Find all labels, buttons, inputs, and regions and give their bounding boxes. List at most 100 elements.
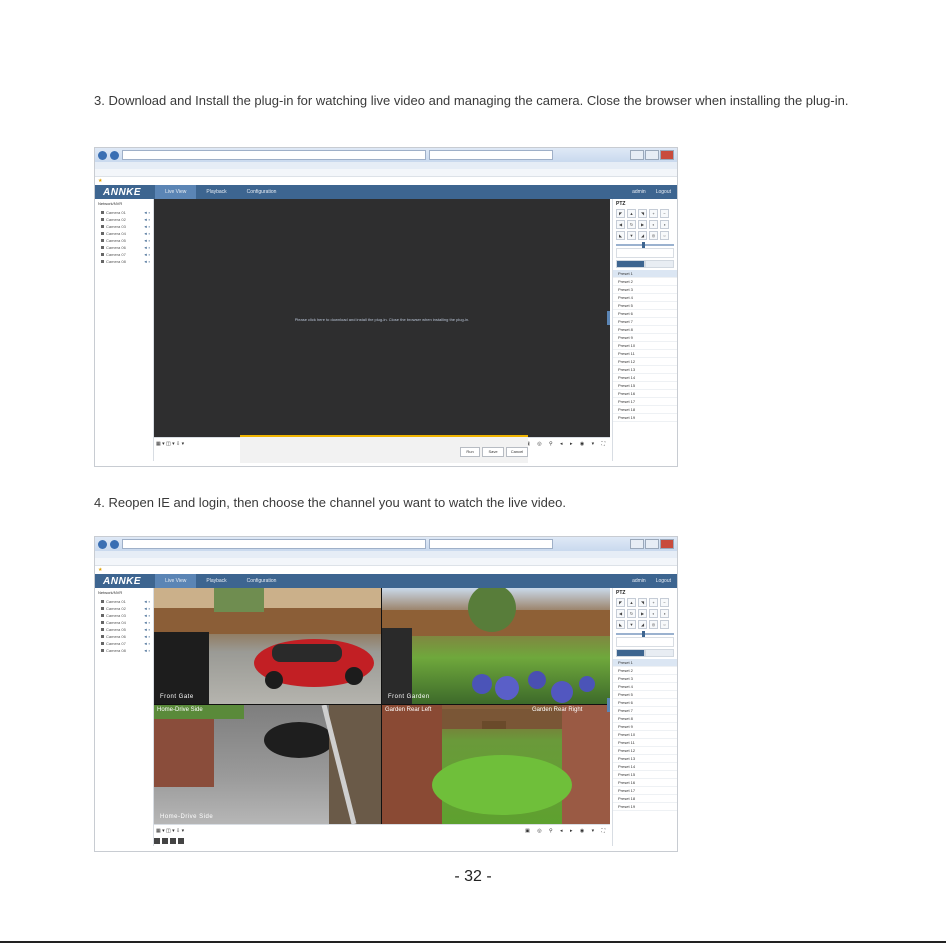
video-area[interactable]: Please click here to download and instal…: [154, 199, 610, 437]
preset-item[interactable]: Preset 17: [613, 787, 677, 795]
camera-item[interactable]: Camera 05 ◄ ▪: [95, 626, 153, 633]
ptz-auto-icon[interactable]: ↻: [627, 609, 636, 618]
preset-item[interactable]: Preset 5: [613, 302, 677, 310]
ptz-up-icon[interactable]: ▲: [627, 598, 636, 607]
view-1-icon[interactable]: [154, 838, 160, 844]
ptz-extra-controls[interactable]: [616, 248, 674, 258]
address-bar[interactable]: [122, 539, 426, 549]
ptz-left-icon[interactable]: ◀: [616, 609, 625, 618]
preset-item[interactable]: Preset 13: [613, 755, 677, 763]
preset-item[interactable]: Preset 11: [613, 739, 677, 747]
iris-close-icon[interactable]: ○: [660, 620, 669, 629]
camera-tile[interactable]: Home-Drive Side Home-Drive Side: [154, 705, 381, 824]
preset-item[interactable]: Preset 8: [613, 715, 677, 723]
ptz-down-right-icon[interactable]: ◢: [638, 231, 647, 240]
camera-item[interactable]: Camera 06 ◄ ▪: [95, 633, 153, 640]
camera-item[interactable]: Camera 02 ◄ ▪: [95, 216, 153, 223]
ptz-up-icon[interactable]: ▲: [627, 209, 636, 218]
focus-far-icon[interactable]: ◑: [660, 609, 669, 618]
favorites-star-icon[interactable]: ★: [95, 177, 677, 185]
preset-item[interactable]: Preset 1: [613, 270, 677, 278]
preset-item[interactable]: Preset 11: [613, 350, 677, 358]
focus-near-icon[interactable]: ◐: [649, 220, 658, 229]
logout-link[interactable]: Logout: [656, 189, 671, 195]
panel-collapse-handle[interactable]: [607, 698, 610, 712]
maximize-icon[interactable]: [645, 150, 659, 160]
ptz-up-right-icon[interactable]: ◥: [638, 598, 647, 607]
ptz-auto-icon[interactable]: ↻: [627, 220, 636, 229]
preset-item[interactable]: Preset 5: [613, 691, 677, 699]
view-4-icon[interactable]: [162, 838, 168, 844]
preset-item[interactable]: Preset 12: [613, 747, 677, 755]
tab-presets[interactable]: [616, 260, 645, 268]
ptz-extra-controls[interactable]: [616, 637, 674, 647]
preset-item[interactable]: Preset 10: [613, 731, 677, 739]
address-bar[interactable]: [122, 150, 426, 160]
tab-playback[interactable]: Playback: [196, 574, 236, 588]
video-control-icons[interactable]: ▣ ◎ ⚲ ◂ ▸ ◉ ▾ ⛶: [525, 828, 608, 834]
camera-item[interactable]: Camera 08 ◄ ▪: [95, 258, 153, 265]
tab-configuration[interactable]: Configuration: [237, 185, 287, 199]
preset-item[interactable]: Preset 4: [613, 683, 677, 691]
tab-patrols[interactable]: [645, 649, 674, 657]
forward-icon[interactable]: [110, 539, 119, 549]
browser-search-field[interactable]: [429, 150, 553, 160]
layout-icon[interactable]: ▦ ▾ ◫ ▾ ⇩ ▾: [156, 828, 184, 834]
preset-item[interactable]: Preset 19: [613, 803, 677, 811]
ptz-down-icon[interactable]: ▼: [627, 231, 636, 240]
view-16-icon[interactable]: [178, 838, 184, 844]
favorites-star-icon[interactable]: ★: [95, 566, 677, 574]
preset-item[interactable]: Preset 2: [613, 278, 677, 286]
tab-configuration[interactable]: Configuration: [237, 574, 287, 588]
camera-item[interactable]: Camera 05 ◄ ▪: [95, 237, 153, 244]
camera-item[interactable]: Camera 03 ◄ ▪: [95, 612, 153, 619]
ptz-down-left-icon[interactable]: ◣: [616, 231, 625, 240]
zoom-out-icon[interactable]: −: [660, 598, 669, 607]
zoom-out-icon[interactable]: −: [660, 209, 669, 218]
preset-item[interactable]: Preset 3: [613, 675, 677, 683]
zoom-in-icon[interactable]: +: [649, 209, 658, 218]
camera-item[interactable]: Camera 01 ◄ ▪: [95, 598, 153, 605]
iris-close-icon[interactable]: ○: [660, 231, 669, 240]
user-link[interactable]: admin: [632, 189, 646, 195]
preset-item[interactable]: Preset 2: [613, 667, 677, 675]
preset-item[interactable]: Preset 9: [613, 723, 677, 731]
maximize-icon[interactable]: [645, 539, 659, 549]
preset-item[interactable]: Preset 7: [613, 707, 677, 715]
preset-item[interactable]: Preset 12: [613, 358, 677, 366]
back-icon[interactable]: [98, 539, 107, 549]
tab-patrols[interactable]: [645, 260, 674, 268]
tab-playback[interactable]: Playback: [196, 185, 236, 199]
camera-tile[interactable]: Front Garden: [382, 588, 610, 704]
video-control-icons[interactable]: ▣ ◎ ⚲ ◂ ▸ ◉ ▾ ⛶: [525, 441, 608, 447]
tab-live-view[interactable]: Live View: [155, 574, 197, 588]
ptz-up-left-icon[interactable]: ◤: [616, 598, 625, 607]
ptz-down-icon[interactable]: ▼: [627, 620, 636, 629]
ptz-down-left-icon[interactable]: ◣: [616, 620, 625, 629]
panel-collapse-handle[interactable]: [607, 311, 610, 325]
preset-item[interactable]: Preset 13: [613, 366, 677, 374]
preset-item[interactable]: Preset 19: [613, 414, 677, 422]
view-9-icon[interactable]: [170, 838, 176, 844]
device-node[interactable]: Network/NVR: [95, 588, 153, 598]
preset-item[interactable]: Preset 14: [613, 763, 677, 771]
preset-item[interactable]: Preset 8: [613, 326, 677, 334]
preset-item[interactable]: Preset 10: [613, 342, 677, 350]
camera-item[interactable]: Camera 07 ◄ ▪: [95, 640, 153, 647]
ptz-down-right-icon[interactable]: ◢: [638, 620, 647, 629]
tab-presets[interactable]: [616, 649, 645, 657]
ptz-right-icon[interactable]: ▶: [638, 609, 647, 618]
minimize-icon[interactable]: [630, 150, 644, 160]
run-button[interactable]: Run: [460, 447, 480, 457]
minimize-icon[interactable]: [630, 539, 644, 549]
camera-item[interactable]: Camera 02 ◄ ▪: [95, 605, 153, 612]
plugin-download-link[interactable]: Please click here to download and instal…: [154, 317, 610, 322]
focus-far-icon[interactable]: ◑: [660, 220, 669, 229]
iris-open-icon[interactable]: ◎: [649, 231, 658, 240]
forward-icon[interactable]: [110, 150, 119, 160]
preset-item[interactable]: Preset 17: [613, 398, 677, 406]
tab-live-view[interactable]: Live View: [155, 185, 197, 199]
back-icon[interactable]: [98, 150, 107, 160]
layout-icon[interactable]: ▦ ▾ ◫ ▾ ⇩ ▾: [156, 441, 184, 447]
save-button[interactable]: Save: [482, 447, 504, 457]
